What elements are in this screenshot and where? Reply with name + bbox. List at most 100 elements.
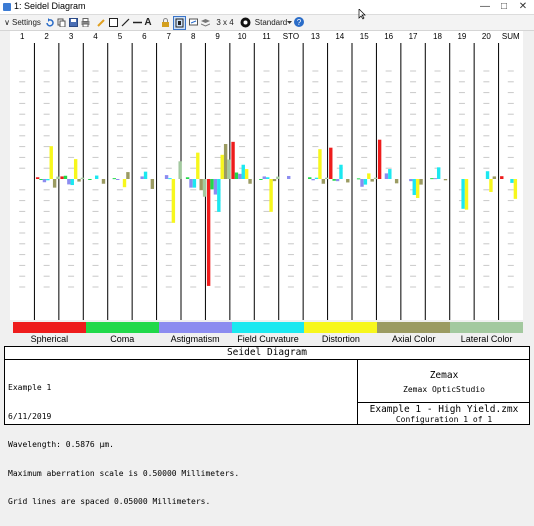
surface-column-header: 1 2 3 4 5 6 7 8 9 10 11 STO 13 14 15 16 17 18 19 20 SUM bbox=[10, 31, 523, 43]
line-icon[interactable] bbox=[121, 18, 130, 27]
bar-axial-color bbox=[321, 179, 326, 184]
column-label: 19 bbox=[457, 32, 467, 41]
lock-icon[interactable] bbox=[161, 18, 170, 27]
bar-distortion bbox=[73, 159, 78, 179]
title-bar: 1: Seidel Diagram — □ ✕ bbox=[0, 0, 534, 15]
bar-axial-color bbox=[370, 179, 374, 182]
bar-distortion bbox=[244, 169, 249, 179]
bar-astigmatism bbox=[287, 175, 291, 179]
export-icon[interactable] bbox=[189, 18, 198, 27]
configuration-label: Configuration 1 of 1 bbox=[395, 415, 493, 424]
bar-astigmatism bbox=[311, 179, 315, 181]
column-label: 11 bbox=[262, 32, 271, 41]
info-line: Grid lines are spaced 0.05000 Millimeter… bbox=[8, 497, 211, 506]
info-line: Maximum aberration scale is 0.50000 Mill… bbox=[8, 468, 240, 478]
bar-field-curvature bbox=[94, 175, 99, 179]
legend-swatch bbox=[85, 322, 160, 333]
refresh-icon[interactable] bbox=[45, 18, 54, 27]
company-name: Zemax bbox=[429, 370, 459, 381]
standard-chevron-icon[interactable] bbox=[285, 18, 294, 27]
info-line: Wavelength: 0.5876 µm. bbox=[8, 440, 114, 449]
bar-axial-color bbox=[52, 179, 57, 188]
svg-text:?: ? bbox=[297, 18, 302, 27]
settings-chevron-icon[interactable]: ∨ bbox=[2, 16, 12, 29]
bar-distortion bbox=[269, 179, 273, 212]
file-box: Example 1 - High Yield.zmx Configuration… bbox=[358, 402, 530, 425]
column-label: 4 bbox=[93, 32, 98, 41]
minimize-button[interactable]: — bbox=[477, 0, 493, 14]
close-button[interactable]: ✕ bbox=[515, 0, 531, 14]
print-icon[interactable] bbox=[81, 18, 90, 28]
help-icon[interactable]: ? bbox=[294, 17, 304, 27]
bar-spherical bbox=[206, 179, 211, 286]
bar-lateral-color bbox=[178, 161, 182, 179]
bar-coma bbox=[210, 179, 214, 190]
bar-spherical bbox=[377, 139, 382, 179]
settings-button[interactable]: Settings bbox=[12, 16, 42, 29]
bar-lateral-color bbox=[325, 177, 329, 179]
column-label: SUM bbox=[501, 32, 520, 41]
bar-astigmatism bbox=[116, 179, 120, 180]
legend-label: Distortion bbox=[321, 334, 360, 344]
bar-astigmatism bbox=[360, 179, 364, 187]
info-right-box: Zemax Zemax OpticStudio Example 1 - High… bbox=[357, 359, 530, 424]
save-icon[interactable] bbox=[69, 18, 78, 27]
bar-field-curvature bbox=[363, 179, 368, 185]
legend-label: Coma bbox=[110, 334, 135, 344]
bar-coma bbox=[185, 177, 190, 179]
zoom-icon[interactable] bbox=[240, 17, 251, 28]
info-line: 6/11/2019 bbox=[8, 411, 52, 421]
bar-coma bbox=[39, 179, 43, 180]
layers-icon[interactable] bbox=[200, 18, 211, 27]
bar-spherical bbox=[329, 147, 333, 179]
column-label: 15 bbox=[359, 32, 369, 41]
copy-icon[interactable] bbox=[57, 18, 66, 28]
bar-distortion bbox=[489, 179, 493, 192]
column-label: 16 bbox=[384, 32, 394, 41]
product-name: Zemax OpticStudio bbox=[403, 385, 485, 394]
bar-distortion bbox=[122, 179, 127, 188]
info-panel: Seidel Diagram Example 1 6/11/2019 Wavel… bbox=[4, 346, 530, 506]
bar-coma bbox=[259, 179, 263, 180]
toolbar: ∨ Settings A 3 x 4 Standard ? bbox=[0, 8, 534, 31]
info-line: Example 1 bbox=[8, 383, 52, 392]
bar-distortion bbox=[171, 179, 176, 223]
app-icon bbox=[3, 3, 11, 11]
text-icon[interactable]: A bbox=[143, 16, 153, 29]
bar-coma bbox=[112, 178, 117, 180]
layout-dropdown[interactable]: 3 x 4 bbox=[213, 16, 237, 29]
column-label: 10 bbox=[237, 32, 247, 41]
bar-axial-color bbox=[346, 179, 350, 183]
bar-field-curvature bbox=[217, 179, 221, 212]
pencil-icon[interactable] bbox=[97, 18, 106, 27]
column-label: 8 bbox=[190, 32, 196, 41]
grid-toggle-icon[interactable] bbox=[173, 16, 186, 30]
bar-field-curvature bbox=[510, 179, 514, 183]
bar-axial-color bbox=[492, 176, 497, 179]
bar-distortion bbox=[318, 149, 322, 179]
column-label: 17 bbox=[408, 32, 418, 41]
bar-field-curvature bbox=[388, 169, 392, 179]
bar-field-curvature bbox=[436, 167, 441, 179]
bar-axial-color bbox=[150, 179, 155, 189]
bar-field-curvature bbox=[192, 179, 197, 188]
bar-distortion bbox=[49, 146, 53, 179]
bar-coma bbox=[308, 177, 312, 179]
dash-icon[interactable] bbox=[133, 18, 142, 27]
window-title: 1: Seidel Diagram bbox=[14, 1, 86, 11]
bar-field-curvature bbox=[143, 171, 148, 179]
bar-distortion bbox=[196, 152, 200, 179]
bar-axial-color bbox=[443, 179, 448, 181]
bar-astigmatism bbox=[409, 179, 413, 182]
legend: Spherical Coma Astigmatism Field Curvature D… bbox=[13, 322, 524, 345]
maximize-button[interactable]: □ bbox=[496, 0, 512, 14]
bar-distortion bbox=[220, 154, 224, 179]
bar-field-curvature bbox=[241, 164, 245, 179]
standard-dropdown[interactable]: Standard bbox=[254, 16, 288, 29]
legend-label: Astigmatism bbox=[170, 334, 220, 344]
bar-axial-color bbox=[419, 179, 423, 185]
column-label: 3 bbox=[68, 32, 74, 41]
rectangle-icon[interactable] bbox=[109, 18, 118, 27]
bar-axial-color bbox=[223, 144, 228, 179]
bar-lateral-color bbox=[227, 159, 231, 179]
